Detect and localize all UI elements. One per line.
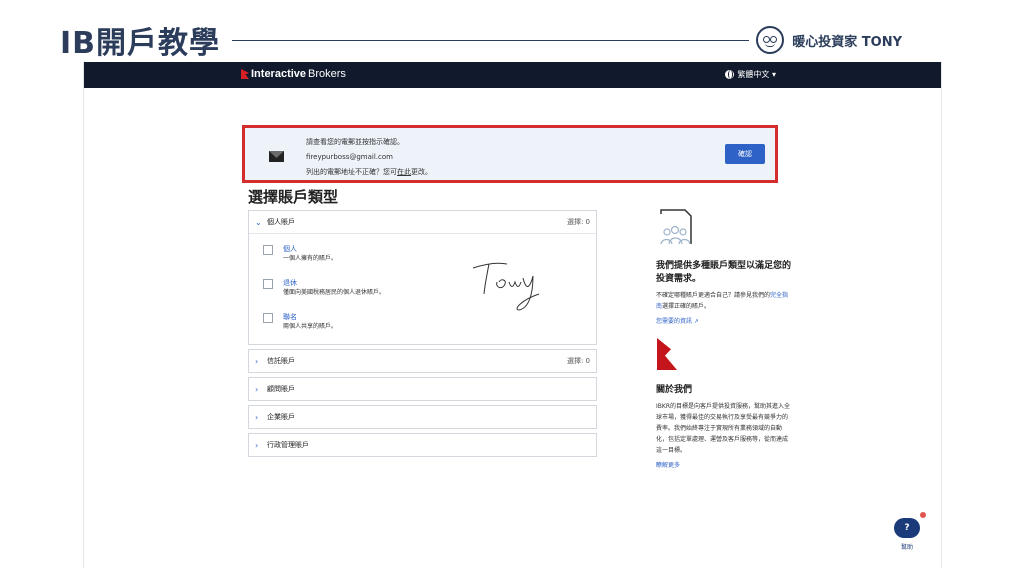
slide-divider (232, 40, 749, 41)
help-bubble-icon[interactable]: ? (894, 512, 926, 538)
info-title: 我們提供多種賬戶類型以滿足您的投資需求。 (656, 261, 792, 284)
accordion-individual: ⌄ 個人賬戶 選擇: 0 個人 一個人擁有的賬戶。 退休 僅面向美國稅務居民的個… (248, 210, 597, 345)
checkbox[interactable] (263, 313, 273, 323)
logo-bold: Interactive (251, 68, 307, 80)
notice-email: fireypurboss@gmail.com (306, 153, 393, 161)
accordion-corporate: › 企業賬戶 (248, 405, 597, 429)
ib-brand-dot (668, 351, 674, 357)
email-confirm-notice: 請查看您的電郵並按指示確認。 fireypurboss@gmail.com 列出… (242, 125, 778, 183)
checkbox[interactable] (263, 245, 273, 255)
brand-name: 暖心投資家 TONY (792, 34, 902, 50)
account-types-info: 我們提供多種賬戶類型以滿足您的投資需求。 不確定哪種賬戶更適合自己？請參見我們的… (656, 260, 791, 325)
brand: 暖心投資家 TONY (756, 26, 902, 54)
accordion-header-corporate[interactable]: › 企業賬戶 (249, 406, 596, 428)
about-us: 關於我們 IBKR的目標是向客戶提供投資服務，幫助其進入全球市場，獲得最佳的交易… (656, 384, 791, 469)
ib-logo[interactable]: Interactive Brokers (241, 68, 346, 80)
accordion-label: 行政管理賬戶 (267, 441, 309, 449)
option-title[interactable]: 個人 (283, 244, 337, 254)
accordion-header-admin[interactable]: › 行政管理賬戶 (249, 434, 596, 456)
option-desc: 一個人擁有的賬戶。 (283, 255, 338, 262)
logo-rest: Brokers (308, 68, 346, 80)
checkbox[interactable] (263, 279, 273, 289)
info-text: 不確定哪種賬戶更適合自己？請參見我們的完全指南選擇正確的賬戶。 (656, 290, 791, 312)
accordion-label: 信託賬戶 (267, 357, 295, 365)
signature-image (472, 262, 540, 311)
people-icon (660, 209, 692, 245)
accordion-body-individual: 個人 一個人擁有的賬戶。 退休 僅面向美國稅務居民的個人退休賬戶。 聯名 兩個人… (249, 233, 596, 344)
chevron-right-icon: › (255, 440, 259, 450)
accordion-header-trust[interactable]: › 信託賬戶 選擇: 0 (249, 350, 596, 372)
accordion-trust: › 信託賬戶 選擇: 0 (248, 349, 597, 373)
notice-line3-suffix: 更改。 (411, 168, 432, 176)
notice-line3-prefix: 列出的電郵地址不正確？您可 (306, 168, 397, 176)
change-email-link[interactable]: 在此 (397, 168, 411, 176)
info-link[interactable]: 您需要的資訊 ↗ (656, 316, 791, 325)
chevron-right-icon: › (255, 412, 259, 422)
selection-count: 選擇: 0 (566, 218, 590, 226)
info-text-suffix: 選擇正確的賬戶。 (662, 303, 711, 310)
notice-text: 請查看您的電郵並按指示確認。 fireypurboss@gmail.com 列出… (306, 135, 432, 180)
option-desc: 兩個人共享的賬戶。 (283, 323, 338, 330)
help-widget[interactable]: ? 幫助 (894, 512, 926, 551)
about-text: IBKR的目標是向客戶提供投資服務，幫助其進入全球市場，獲得最佳的交易執行及享受… (656, 403, 790, 454)
language-label: 繁體中文 ▾ (737, 70, 776, 79)
accordion-header-advisor[interactable]: › 顧問賬戶 (249, 378, 596, 400)
slide-title: IB開戶教學 (60, 26, 221, 61)
confirm-button[interactable]: 確認 (725, 144, 765, 164)
chevron-right-icon: › (255, 356, 259, 366)
help-label: 幫助 (900, 544, 913, 551)
accordion-advisor: › 顧問賬戶 (248, 377, 597, 401)
chevron-down-icon: ⌄ (255, 217, 262, 227)
selection-count: 選擇: 0 (566, 357, 590, 365)
chevron-right-icon: › (255, 384, 259, 394)
accordion-label: 顧問賬戶 (267, 385, 295, 393)
notification-dot (920, 512, 926, 518)
accordion-header-individual[interactable]: ⌄ 個人賬戶 選擇: 0 (249, 211, 596, 233)
smile-logo-icon (756, 26, 785, 54)
section-title: 選擇賬戶類型 (248, 188, 339, 206)
accordion-label: 個人賬戶 (267, 218, 295, 226)
notice-line3: 列出的電郵地址不正確？您可在此更改。 (306, 165, 432, 180)
about-title: 關於我們 (656, 385, 693, 395)
account-option-joint[interactable]: 聯名 兩個人共享的賬戶。 (263, 312, 582, 342)
language-selector[interactable]: 繁體中文 ▾ (725, 69, 776, 80)
top-navbar: Interactive Brokers 繁體中文 ▾ (84, 62, 941, 88)
notice-line1: 請查看您的電郵並按指示確認。 (306, 138, 404, 146)
ib-brand-icon (657, 338, 677, 370)
browser-content: Interactive Brokers 繁體中文 ▾ 請查看您的電郵並按指示確認。… (83, 62, 942, 568)
help-icon-glyph: ? (904, 523, 910, 533)
accordion-label: 企業賬戶 (267, 413, 295, 421)
accordion-admin: › 行政管理賬戶 (248, 433, 597, 457)
option-desc: 僅面向美國稅務居民的個人退休賬戶。 (283, 289, 386, 296)
option-title[interactable]: 聯名 (283, 312, 337, 322)
learn-more-link[interactable]: 瞭解更多 (656, 460, 791, 469)
envelope-icon (269, 151, 284, 162)
ib-logo-icon (241, 69, 249, 79)
option-title[interactable]: 退休 (283, 278, 385, 288)
info-text-prefix: 不確定哪種賬戶更適合自己？請參見我們的 (656, 292, 771, 299)
globe-icon (725, 70, 735, 79)
